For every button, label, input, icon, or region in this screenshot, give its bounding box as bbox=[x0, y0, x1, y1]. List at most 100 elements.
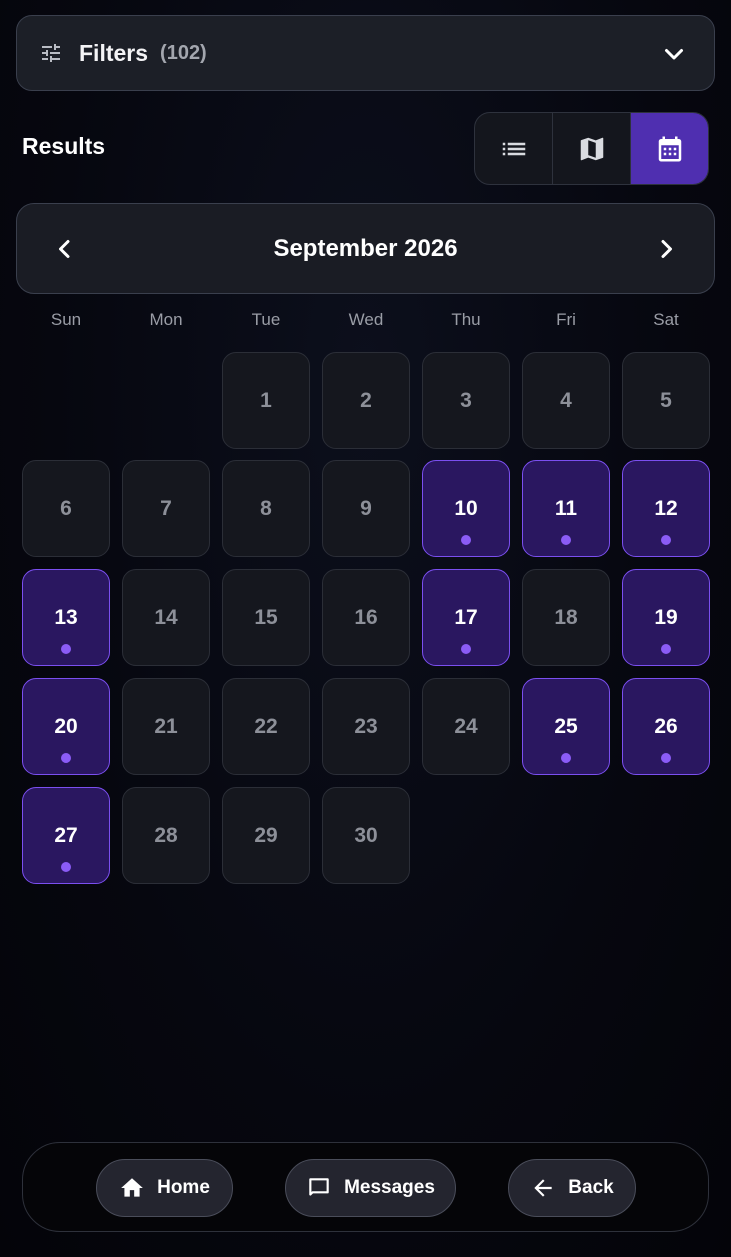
home-button[interactable]: Home bbox=[96, 1159, 233, 1217]
weekday-header: Sun Mon Tue Wed Thu Fri Sat bbox=[16, 310, 716, 334]
calendar-day[interactable]: 13 bbox=[22, 569, 110, 666]
calendar-day[interactable]: 10 bbox=[422, 460, 510, 557]
day-number: 19 bbox=[654, 605, 678, 629]
day-number: 7 bbox=[160, 496, 172, 520]
messages-button[interactable]: Messages bbox=[285, 1159, 456, 1217]
weekday-label: Wed bbox=[348, 310, 384, 329]
day-number: 15 bbox=[254, 605, 278, 629]
day-number: 2 bbox=[360, 388, 372, 412]
event-dot bbox=[61, 753, 71, 763]
event-dot bbox=[661, 644, 671, 654]
calendar-day[interactable]: 30 bbox=[322, 787, 410, 884]
day-number: 1 bbox=[260, 388, 272, 412]
calendar-day[interactable]: 26 bbox=[622, 678, 710, 775]
chevron-left-icon[interactable] bbox=[53, 237, 77, 261]
calendar-view-button[interactable] bbox=[631, 113, 708, 184]
day-number: 18 bbox=[554, 605, 578, 629]
weekday-label: Thu bbox=[451, 310, 481, 329]
map-icon bbox=[580, 137, 603, 160]
calendar-day[interactable]: 16 bbox=[322, 569, 410, 666]
day-number: 20 bbox=[54, 714, 78, 738]
messages-label: Messages bbox=[344, 1177, 435, 1198]
event-dot bbox=[61, 862, 71, 872]
day-number: 24 bbox=[454, 714, 478, 738]
day-number: 26 bbox=[654, 714, 678, 738]
chevron-down-icon[interactable] bbox=[662, 42, 686, 66]
filters-label: Filters bbox=[79, 39, 149, 66]
calendar-day[interactable]: 25 bbox=[522, 678, 610, 775]
home-label: Home bbox=[157, 1177, 210, 1198]
calendar-day[interactable]: 21 bbox=[122, 678, 210, 775]
day-number: 6 bbox=[60, 496, 72, 520]
calendar-day[interactable]: 3 bbox=[422, 352, 510, 449]
filters-count: (102) bbox=[160, 41, 207, 64]
day-number: 12 bbox=[654, 496, 678, 520]
home-icon bbox=[121, 1178, 143, 1197]
list-view-button[interactable] bbox=[475, 113, 553, 184]
back-label: Back bbox=[568, 1177, 614, 1198]
calendar-day[interactable]: 22 bbox=[222, 678, 310, 775]
month-header: September 2026 bbox=[16, 203, 715, 294]
calendar-day[interactable]: 29 bbox=[222, 787, 310, 884]
event-dot bbox=[561, 535, 571, 545]
day-number: 3 bbox=[460, 388, 472, 412]
back-button[interactable]: Back bbox=[508, 1159, 636, 1217]
calendar-day[interactable]: 1 bbox=[222, 352, 310, 449]
map-view-button[interactable] bbox=[553, 113, 631, 184]
list-icon bbox=[502, 142, 525, 155]
calendar-grid: 1 2 3 4 5 6 7 8 9 10 11 12 13 14 15 16 17 18 19 20 21 22 23 24 2… bbox=[0, 0, 731, 1257]
day-number: 14 bbox=[154, 605, 178, 629]
event-dot bbox=[661, 753, 671, 763]
calendar-day[interactable]: 17 bbox=[422, 569, 510, 666]
chat-icon bbox=[309, 1178, 329, 1196]
day-number: 16 bbox=[354, 605, 378, 629]
day-number: 23 bbox=[354, 714, 378, 738]
calendar-day[interactable]: 23 bbox=[322, 678, 410, 775]
day-number: 11 bbox=[554, 496, 578, 520]
calendar-day[interactable]: 9 bbox=[322, 460, 410, 557]
day-number: 17 bbox=[454, 605, 478, 629]
calendar-icon bbox=[658, 136, 681, 161]
calendar-day[interactable]: 20 bbox=[22, 678, 110, 775]
calendar-day[interactable]: 18 bbox=[522, 569, 610, 666]
day-number: 4 bbox=[560, 388, 572, 412]
calendar-day[interactable]: 19 bbox=[622, 569, 710, 666]
day-number: 21 bbox=[154, 714, 178, 738]
chevron-right-icon[interactable] bbox=[654, 237, 678, 261]
day-number: 10 bbox=[454, 496, 478, 520]
month-title: September 2026 bbox=[273, 234, 458, 262]
weekday-label: Tue bbox=[251, 310, 281, 329]
calendar-day[interactable]: 27 bbox=[22, 787, 110, 884]
calendar-day[interactable]: 15 bbox=[222, 569, 310, 666]
calendar-day[interactable]: 28 bbox=[122, 787, 210, 884]
day-number: 25 bbox=[554, 714, 578, 738]
day-number: 13 bbox=[54, 605, 78, 629]
day-number: 22 bbox=[254, 714, 278, 738]
tune-icon bbox=[42, 44, 60, 62]
bottom-nav: Home Messages Back bbox=[22, 1142, 709, 1232]
day-number: 27 bbox=[54, 823, 78, 847]
day-number: 29 bbox=[254, 823, 278, 847]
calendar-day[interactable]: 24 bbox=[422, 678, 510, 775]
day-number: 9 bbox=[360, 496, 372, 520]
calendar-day[interactable]: 2 bbox=[322, 352, 410, 449]
calendar-day[interactable]: 11 bbox=[522, 460, 610, 557]
weekday-label: Sat bbox=[653, 310, 679, 329]
calendar-day[interactable]: 6 bbox=[22, 460, 110, 557]
calendar-day[interactable]: 8 bbox=[222, 460, 310, 557]
day-number: 5 bbox=[660, 388, 672, 412]
event-dot bbox=[661, 535, 671, 545]
filters-bar[interactable]: Filters (102) bbox=[16, 15, 715, 91]
calendar-day[interactable]: 14 bbox=[122, 569, 210, 666]
view-toggle bbox=[474, 112, 709, 185]
calendar-day[interactable]: 5 bbox=[622, 352, 710, 449]
event-dot bbox=[461, 535, 471, 545]
calendar-day[interactable]: 7 bbox=[122, 460, 210, 557]
day-number: 30 bbox=[354, 823, 378, 847]
day-number: 8 bbox=[260, 496, 272, 520]
day-number: 28 bbox=[154, 823, 178, 847]
calendar-day[interactable]: 4 bbox=[522, 352, 610, 449]
arrow-left-icon bbox=[534, 1179, 552, 1197]
calendar-day[interactable]: 12 bbox=[622, 460, 710, 557]
event-dot bbox=[61, 644, 71, 654]
